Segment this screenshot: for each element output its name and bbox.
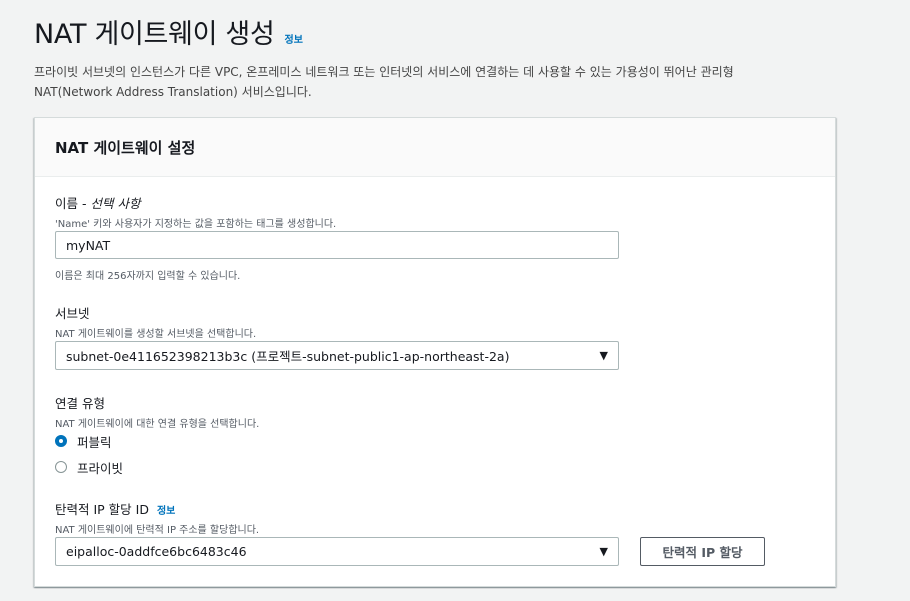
caret-down-icon: ▼: [599, 545, 608, 558]
subnet-field: 서브넷 NAT 게이트웨이를 생성할 서브넷을 선택합니다.: [55, 303, 256, 340]
subnet-select[interactable]: subnet-0e411652398213b3c (프로젝트-subnet-pu…: [55, 341, 619, 370]
connectivity-options: 퍼블릭 프라이빗: [55, 429, 123, 479]
subnet-selected-value: subnet-0e411652398213b3c (프로젝트-subnet-pu…: [66, 349, 510, 364]
radio-private-icon[interactable]: [55, 461, 67, 473]
eip-selected-value: eipalloc-0addfce6bc6483c46: [66, 544, 247, 559]
radio-public-label: 퍼블릭: [77, 434, 112, 450]
allocate-eip-button[interactable]: 탄력적 IP 할당: [640, 537, 765, 566]
nat-settings-panel: NAT 게이트웨이 설정 이름 - 선택 사항 'Name' 키와 사용자가 지…: [34, 117, 836, 587]
name-field: 이름 - 선택 사항 'Name' 키와 사용자가 지정하는 값을 포함하는 태…: [55, 193, 336, 230]
page-description: 프라이빗 서브넷의 인스턴스가 다른 VPC, 온프레미스 네트워크 또는 인터…: [34, 65, 734, 99]
radio-public[interactable]: 퍼블릭: [55, 429, 123, 453]
radio-public-icon[interactable]: [55, 435, 67, 447]
subnet-label: 서브넷: [55, 306, 90, 321]
page-header: NAT 게이트웨이 생성 정보: [34, 12, 303, 51]
eip-info-link[interactable]: 정보: [157, 502, 175, 517]
name-label-optional: 선택 사항: [90, 196, 141, 211]
connectivity-label: 연결 유형: [55, 396, 105, 411]
connectivity-field: 연결 유형 NAT 게이트웨이에 대한 연결 유형을 선택합니다.: [55, 393, 259, 430]
connectivity-description: NAT 게이트웨이에 대한 연결 유형을 선택합니다.: [55, 419, 260, 430]
caret-down-icon: ▼: [599, 349, 608, 362]
name-hint: 이름은 최대 256자까지 입력할 수 있습니다.: [55, 271, 241, 282]
radio-private[interactable]: 프라이빗: [55, 455, 123, 479]
eip-field: 탄력적 IP 할당 ID 정보 NAT 게이트웨이에 탄력적 IP 주소를 할당…: [55, 499, 259, 536]
subnet-description: NAT 게이트웨이를 생성할 서브넷을 선택합니다.: [55, 329, 257, 340]
name-input[interactable]: [55, 231, 619, 259]
page-title: NAT 게이트웨이 생성: [34, 19, 275, 50]
name-description: 'Name' 키와 사용자가 지정하는 값을 포함하는 태그를 생성합니다.: [55, 219, 337, 230]
eip-select[interactable]: eipalloc-0addfce6bc6483c46 ▼: [55, 537, 619, 566]
panel-header: NAT 게이트웨이 설정: [35, 118, 835, 177]
eip-label: 탄력적 IP 할당 ID 정보: [55, 499, 259, 518]
info-link[interactable]: 정보: [285, 31, 303, 46]
eip-description: NAT 게이트웨이에 탄력적 IP 주소를 할당합니다.: [55, 525, 260, 536]
name-label-text: 이름 -: [55, 196, 87, 211]
panel-title: NAT 게이트웨이 설정: [55, 138, 196, 157]
radio-private-label: 프라이빗: [77, 460, 124, 476]
eip-label-text: 탄력적 IP 할당 ID: [55, 502, 149, 517]
title-row: NAT 게이트웨이 생성 정보: [34, 12, 303, 51]
name-label: 이름 - 선택 사항: [55, 193, 336, 212]
